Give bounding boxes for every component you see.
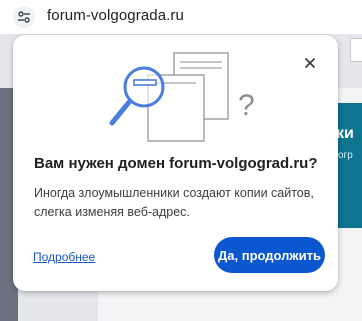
close-icon (304, 57, 316, 69)
learn-more-link[interactable]: Подробнее (33, 250, 95, 264)
page-banner-subtext: огр (338, 150, 353, 161)
address-bar[interactable]: forum-volgograda.ru (0, 0, 362, 34)
url-text[interactable]: forum-volgograda.ru (47, 7, 184, 24)
tune-icon[interactable] (13, 6, 35, 28)
page-banner-text: ки (336, 125, 354, 142)
svg-text:?: ? (238, 89, 255, 122)
continue-button[interactable]: Да, продолжить (214, 237, 325, 273)
popup-description: Иногда злоумышленники создают копии сайт… (34, 186, 314, 219)
page-edge-box (350, 38, 362, 62)
magnifier-pages-question-illustration: ? (109, 52, 255, 142)
close-button[interactable] (300, 53, 320, 73)
popup-title: Вам нужен домен forum-volgograd.ru? (34, 155, 318, 172)
lookalike-domain-popup: ? Вам нужен домен forum-volgograd.ru? Ин… (13, 35, 338, 291)
